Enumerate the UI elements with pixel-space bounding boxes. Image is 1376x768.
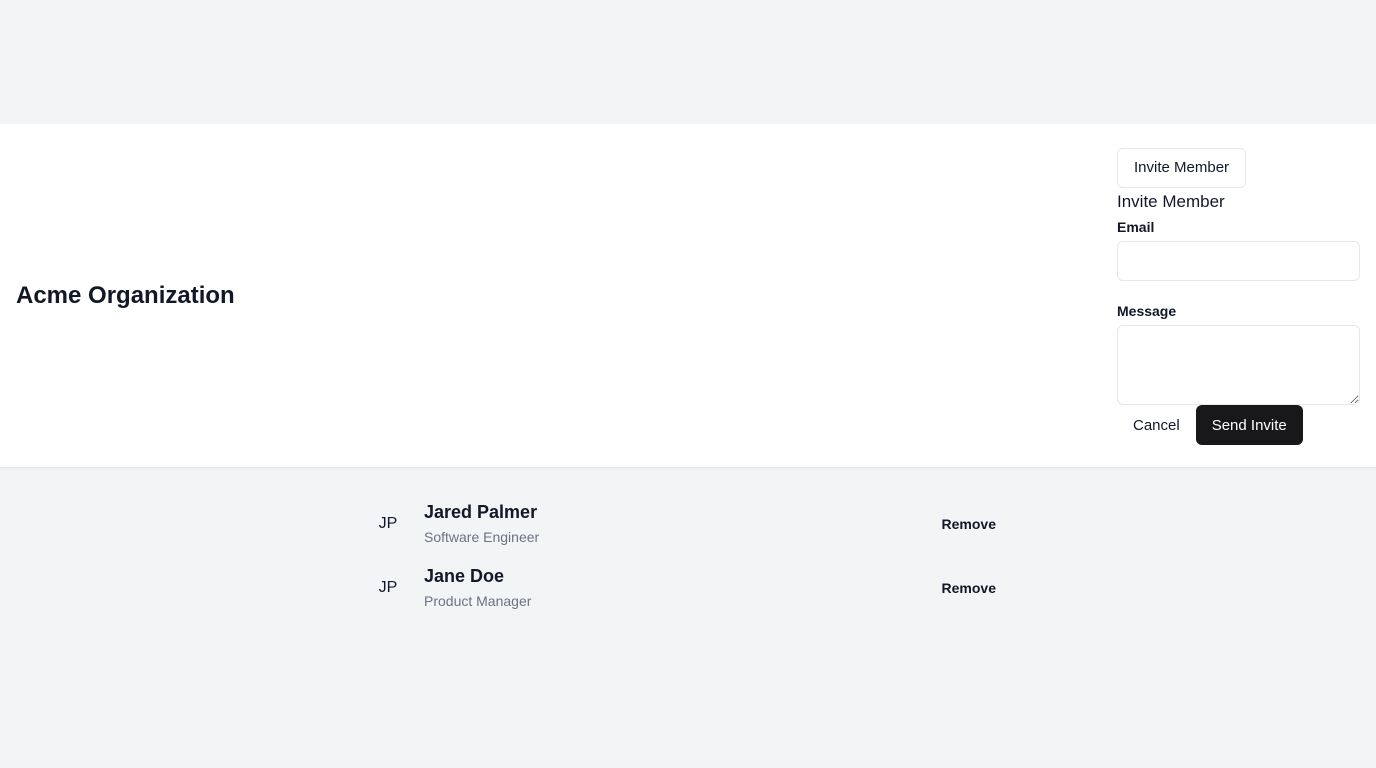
avatar: JP [378,515,398,532]
message-field[interactable] [1117,325,1360,405]
remove-member-button[interactable]: Remove [938,512,1000,536]
list-item: JP Jane Doe Product Manager Remove [376,564,1000,628]
member-role: Product Manager [424,593,532,609]
invite-form-heading: Invite Member [1117,192,1225,211]
member-name: Jane Doe [424,566,505,586]
member-name: Jared Palmer [424,502,538,522]
remove-member-button[interactable]: Remove [938,576,1000,600]
member-role: Software Engineer [424,529,540,545]
send-invite-button[interactable]: Send Invite [1195,405,1303,445]
organization-header: Acme Organization Invite Member Invite M… [0,124,1376,468]
avatar: JP [378,579,398,596]
cancel-button[interactable]: Cancel [1117,405,1196,445]
email-field[interactable] [1117,241,1360,281]
organization-title: Acme Organization [16,282,235,309]
list-item: JP Jared Palmer Software Engineer Remove [376,500,1000,564]
invite-form-actions: Cancel Send Invite [1117,405,1360,445]
page: Acme Organization Invite Member Invite M… [0,0,1376,768]
invite-member-button[interactable]: Invite Member [1117,148,1247,188]
member-list: JP Jared Palmer Software Engineer Remove… [376,500,1000,628]
invite-member-form: Invite Member Invite Member Email Messag… [1117,148,1360,445]
message-label: Message [1117,303,1177,319]
email-label: Email [1117,219,1155,235]
